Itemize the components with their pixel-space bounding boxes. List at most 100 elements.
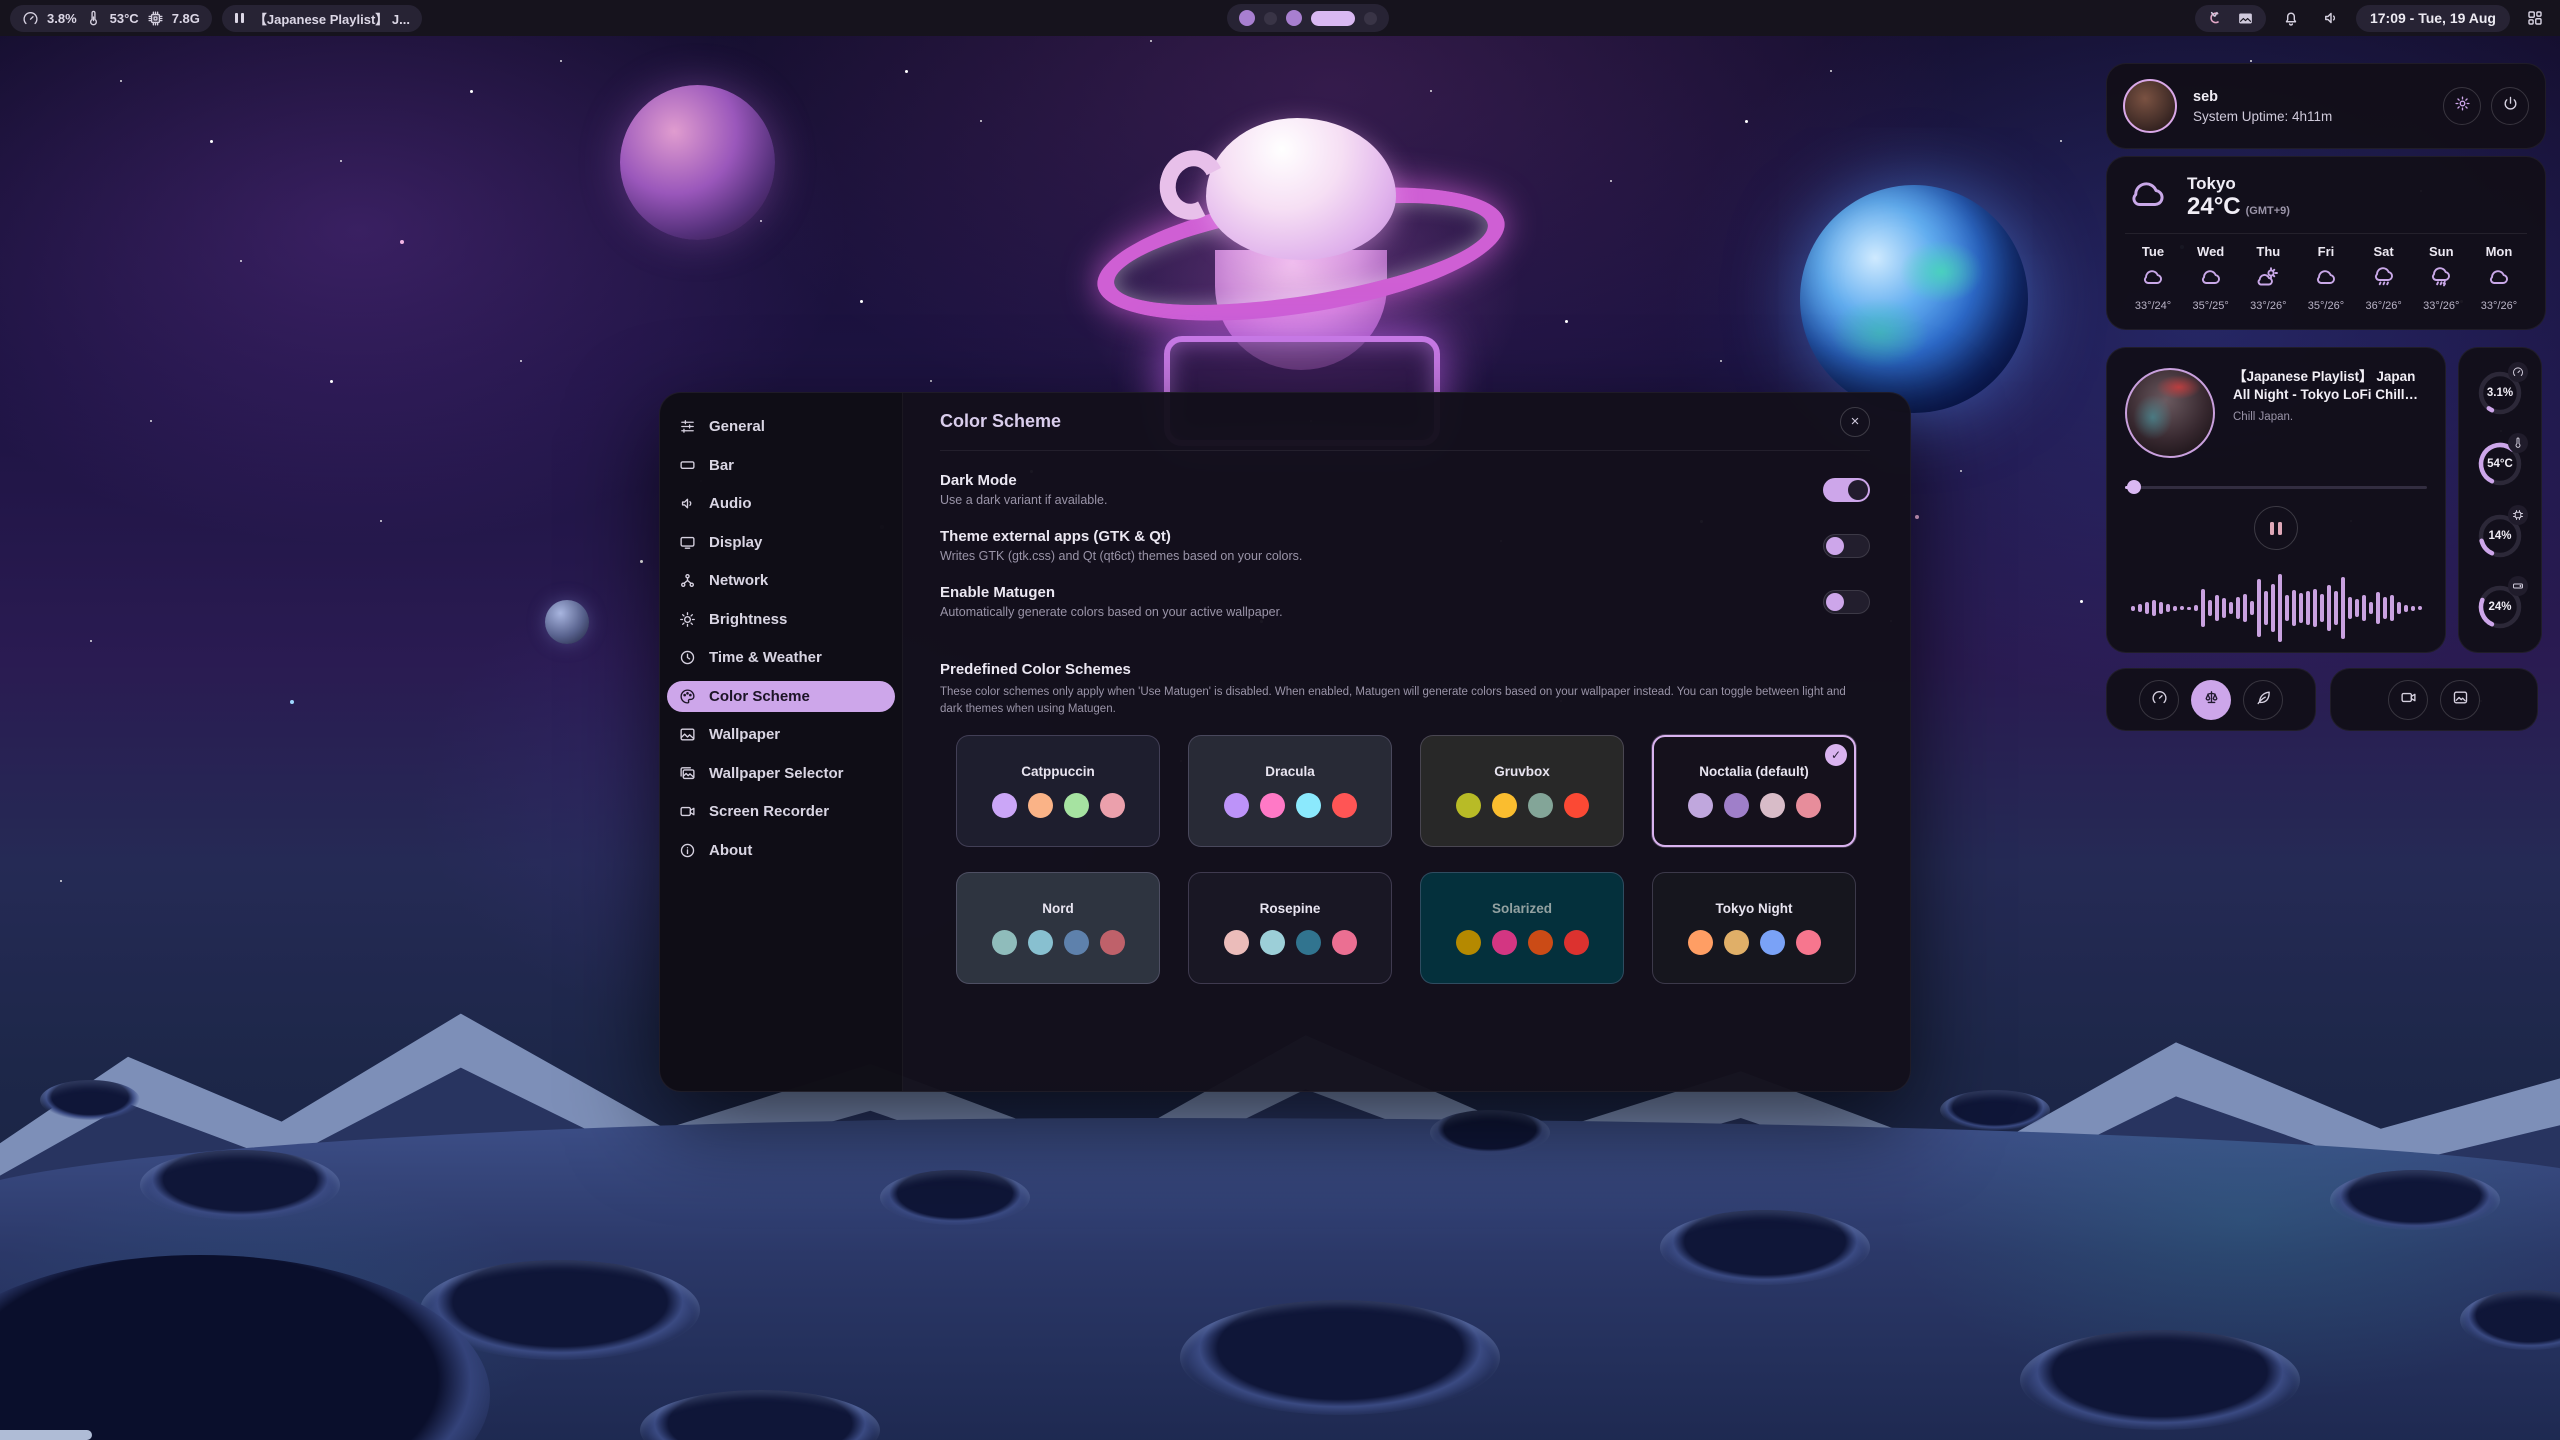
balanced-profile-button[interactable] xyxy=(2191,680,2231,720)
sidebar-item-wallpaper[interactable]: Wallpaper xyxy=(667,719,895,750)
system-tray[interactable] xyxy=(2195,5,2266,32)
clock-widget[interactable]: 17:09 - Tue, 19 Aug xyxy=(2356,5,2510,32)
color-swatch xyxy=(1688,793,1713,818)
power-button[interactable] xyxy=(2491,87,2529,125)
scheme-card-rosepine[interactable]: Rosepine xyxy=(1188,872,1392,984)
cpu-usage-label: 3.8% xyxy=(47,11,77,26)
color-swatch xyxy=(1224,793,1249,818)
sidebar-item-wallpaper-selector[interactable]: Wallpaper Selector xyxy=(667,758,895,789)
color-swatch xyxy=(1492,930,1517,955)
settings-gear-button[interactable] xyxy=(2443,87,2481,125)
drive-icon xyxy=(2508,576,2528,596)
forecast-day: Wed 35°/25° xyxy=(2185,244,2237,312)
username: seb xyxy=(2193,89,2433,105)
scheme-card-tokyo-night[interactable]: Tokyo Night xyxy=(1652,872,1856,984)
sidebar-item-network[interactable]: Network xyxy=(667,565,895,596)
video-icon xyxy=(679,803,697,820)
chip-icon xyxy=(2508,505,2528,525)
sidebar-label: Network xyxy=(709,572,768,589)
crater xyxy=(2020,1330,2300,1430)
sidebar-item-audio[interactable]: Audio xyxy=(667,488,895,519)
sidebar-item-brightness[interactable]: Brightness xyxy=(667,604,895,635)
clock-icon xyxy=(679,649,697,666)
color-swatch xyxy=(1564,930,1589,955)
workspace-dot-2[interactable] xyxy=(1264,12,1277,25)
speaker-icon xyxy=(679,495,697,512)
cloud-icon xyxy=(2140,265,2166,294)
scheme-card-gruvbox[interactable]: Gruvbox xyxy=(1420,735,1624,847)
dark-mode-label: Dark Mode xyxy=(940,472,1107,489)
weather-cloud-icon xyxy=(2125,173,2171,220)
performance-profile-button[interactable] xyxy=(2139,680,2179,720)
album-art xyxy=(2125,368,2215,458)
color-swatch xyxy=(992,930,1017,955)
sidebar-item-bar[interactable]: Bar xyxy=(667,450,895,481)
image-icon xyxy=(2452,689,2469,711)
gauge-cpu: 3.1% xyxy=(2474,362,2526,424)
earth-planet xyxy=(1800,185,2028,413)
workspace-indicator[interactable] xyxy=(1227,4,1389,32)
workspace-dot-3[interactable] xyxy=(1286,10,1302,26)
scheme-card-nord[interactable]: Nord xyxy=(956,872,1160,984)
profile-card: seb System Uptime: 4h11m xyxy=(2106,63,2546,149)
system-stats-widget[interactable]: 3.8% 53°C 7.8G xyxy=(10,5,212,32)
utility-buttons xyxy=(2330,668,2538,731)
volume-icon[interactable] xyxy=(2316,5,2346,32)
enable-matugen-toggle[interactable] xyxy=(1823,590,1870,614)
color-swatch xyxy=(1528,930,1553,955)
wallpaper-tray-icon[interactable] xyxy=(2237,10,2254,27)
topbar-media-widget[interactable]: 【Japanese Playlist】 J... xyxy=(222,5,422,32)
avatar[interactable] xyxy=(2123,79,2177,133)
screen-recorder-button[interactable] xyxy=(2388,680,2428,720)
sidebar-item-display[interactable]: Display xyxy=(667,527,895,558)
media-player-widget: 【Japanese Playlist】 Japan All Night - To… xyxy=(2106,347,2446,653)
sidebar-item-time-weather[interactable]: Time & Weather xyxy=(667,642,895,673)
sidebar-item-color-scheme[interactable]: Color Scheme xyxy=(667,681,895,712)
enable-matugen-label: Enable Matugen xyxy=(940,584,1283,601)
gauge-icon xyxy=(22,10,39,27)
progress-knob[interactable] xyxy=(2127,480,2141,494)
selected-check-icon: ✓ xyxy=(1825,744,1847,766)
gauge-memory: 14% xyxy=(2474,505,2526,567)
video-icon xyxy=(2400,689,2417,711)
sidebar-item-about[interactable]: About xyxy=(667,835,895,866)
small-moon xyxy=(545,600,589,644)
notifications-bell-icon[interactable] xyxy=(2276,5,2306,32)
scheme-card-catppuccin[interactable]: Catppuccin xyxy=(956,735,1160,847)
sidebar-item-screen-recorder[interactable]: Screen Recorder xyxy=(667,796,895,827)
color-swatch xyxy=(992,793,1017,818)
sun-cloud-icon xyxy=(2255,265,2281,294)
color-swatch xyxy=(1760,930,1785,955)
workspace-dot-4-active[interactable] xyxy=(1311,11,1355,26)
audio-visualizer xyxy=(2125,564,2427,652)
rain-cloud-icon xyxy=(2428,265,2454,294)
close-icon[interactable]: × xyxy=(1840,407,1870,437)
tray-app-icon[interactable] xyxy=(2207,10,2223,26)
forecast-day: Mon 33°/26° xyxy=(2473,244,2525,312)
sidebar-item-general[interactable]: General xyxy=(667,411,895,442)
weather-temperature: 24°C xyxy=(2187,193,2241,220)
color-swatch xyxy=(1456,793,1481,818)
media-progress-bar[interactable] xyxy=(2125,480,2427,494)
theme-external-apps-toggle[interactable] xyxy=(1823,534,1870,558)
pause-button[interactable] xyxy=(2254,506,2298,550)
predefined-schemes-description: These color schemes only apply when 'Use… xyxy=(940,684,1870,717)
power-saver-profile-button[interactable] xyxy=(2243,680,2283,720)
crater xyxy=(1180,1300,1500,1415)
scheme-card-dracula[interactable]: Dracula xyxy=(1188,735,1392,847)
dark-mode-toggle[interactable] xyxy=(1823,478,1870,502)
color-swatch xyxy=(1064,793,1089,818)
wallpaper-button[interactable] xyxy=(2440,680,2480,720)
workspace-dot-1[interactable] xyxy=(1239,10,1255,26)
app-launcher-icon[interactable] xyxy=(2520,5,2550,32)
sidebar-label: Wallpaper Selector xyxy=(709,765,844,782)
sidebar-label: General xyxy=(709,418,765,435)
scheme-card-solarized[interactable]: Solarized xyxy=(1420,872,1624,984)
cloud-icon xyxy=(2486,265,2512,294)
weather-city: Tokyo xyxy=(2187,174,2290,194)
scheme-card-noctalia-default[interactable]: ✓ Noctalia (default) xyxy=(1652,735,1856,847)
settings-sidebar: General Bar Audio Display Network Bright… xyxy=(660,393,903,1091)
workspace-dot-5[interactable] xyxy=(1364,12,1377,25)
crater xyxy=(1430,1110,1550,1155)
color-swatch xyxy=(1564,793,1589,818)
